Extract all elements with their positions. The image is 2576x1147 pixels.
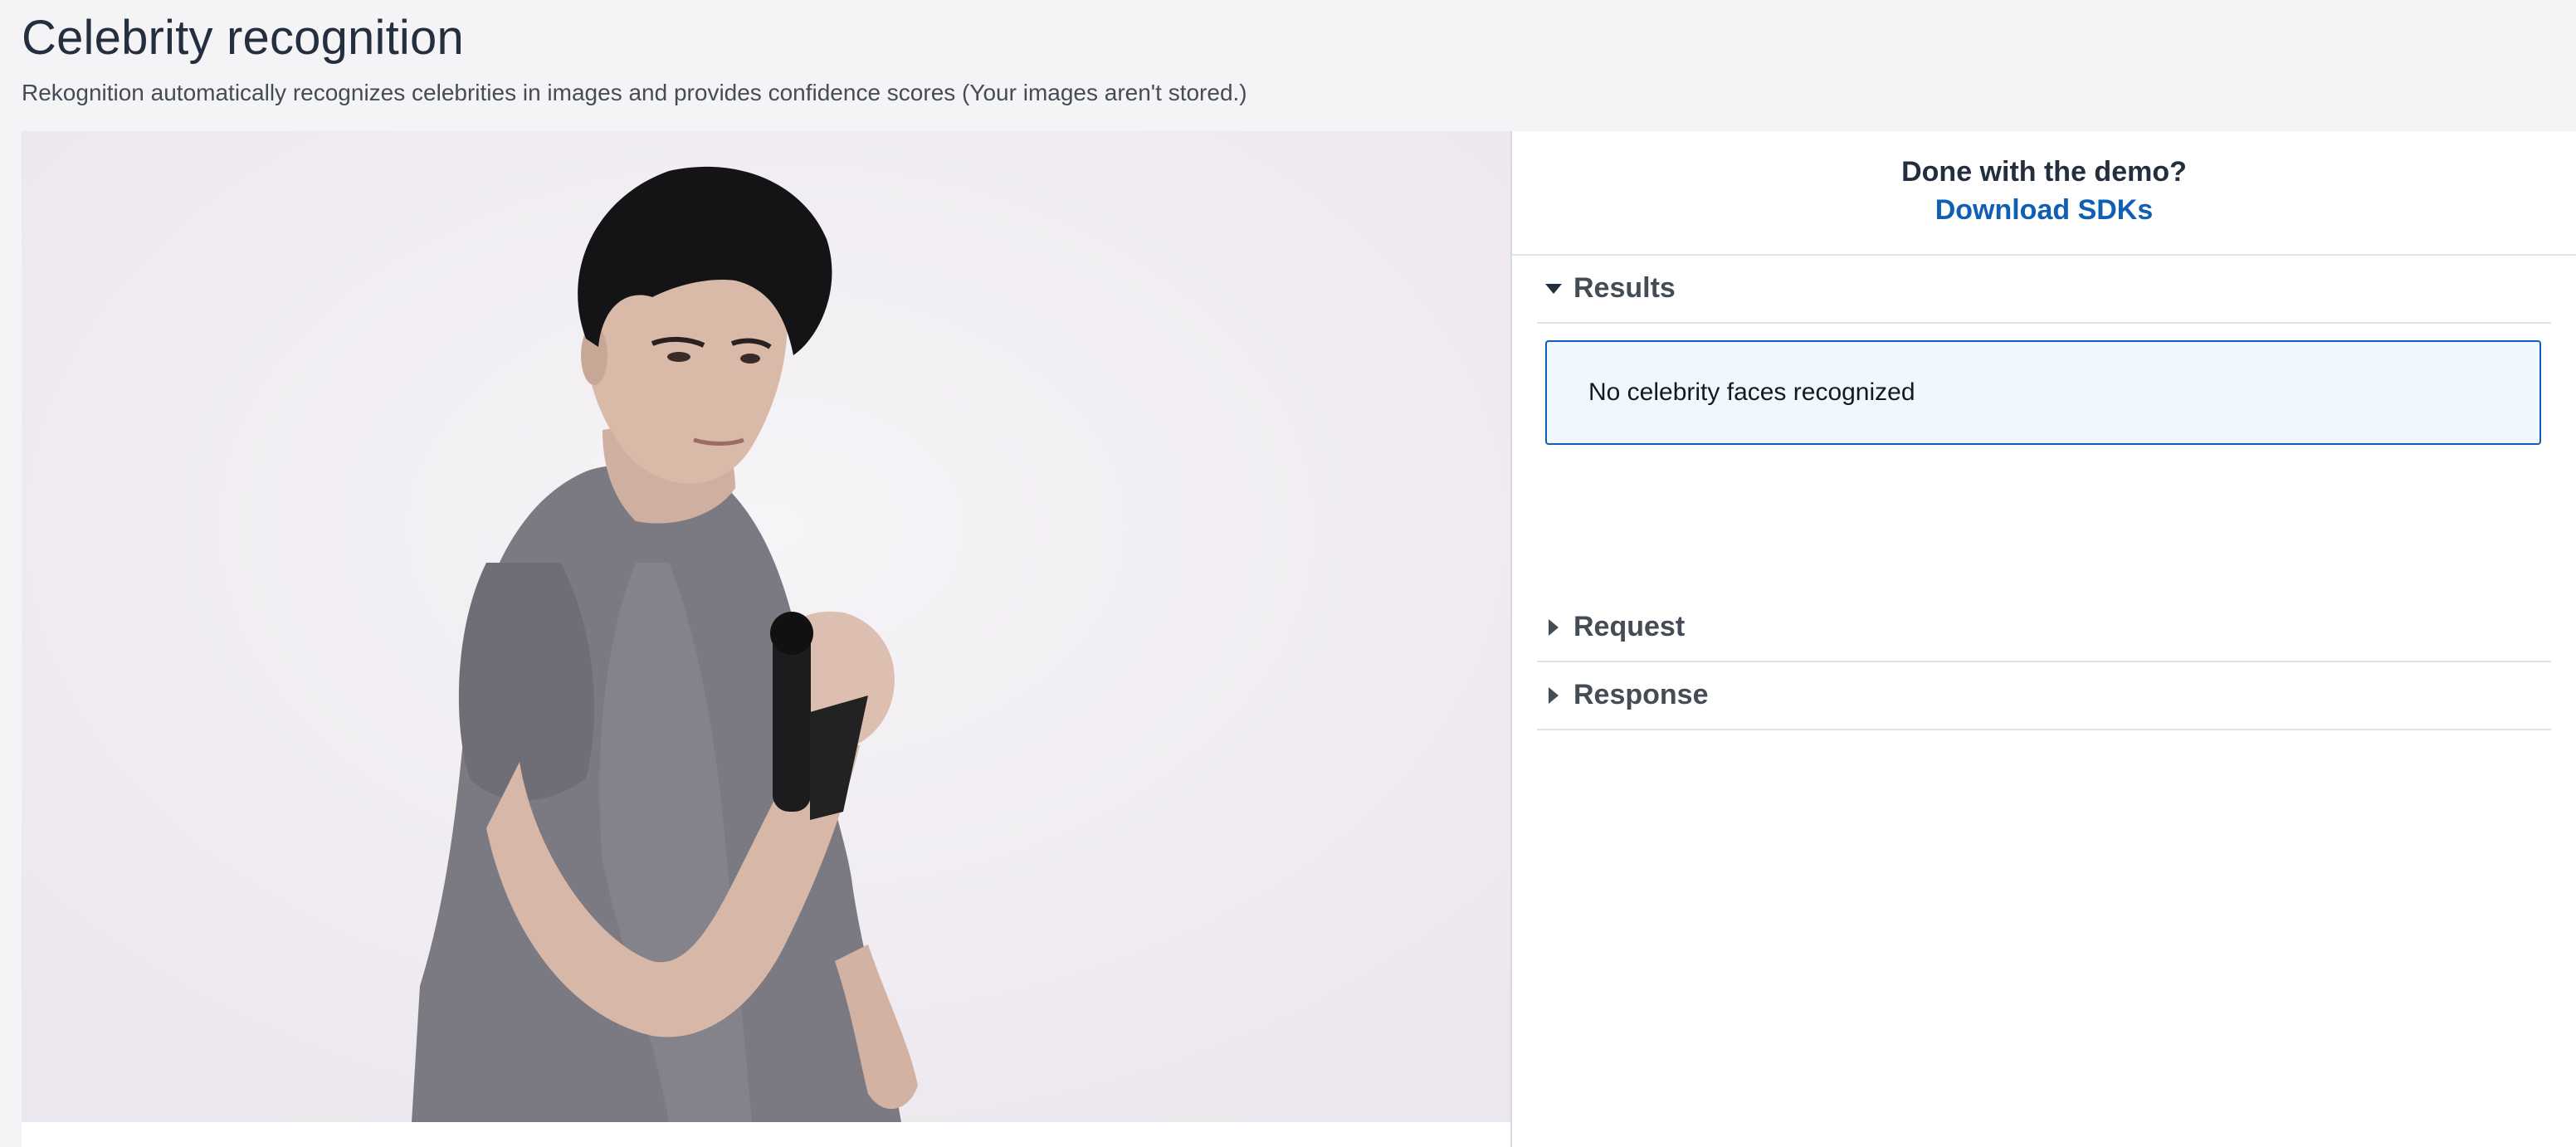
download-cta: Done with the demo? Download SDKs <box>1512 131 2576 256</box>
results-message-box: No celebrity faces recognized <box>1545 340 2541 445</box>
cta-question: Done with the demo? <box>1901 156 2187 188</box>
section-results-label: Results <box>1573 272 1676 304</box>
results-message: No celebrity faces recognized <box>1588 378 1915 406</box>
photo-man-with-resistance-band <box>22 131 1510 1122</box>
caret-right-icon <box>1549 687 1559 704</box>
analyzed-image <box>22 131 1512 1122</box>
section-results-header[interactable]: Results <box>1537 256 2551 324</box>
section-request-label: Request <box>1573 611 1686 642</box>
results-panel: Done with the demo? Download SDKs Result… <box>1512 131 2576 1147</box>
main-content: Done with the demo? Download SDKs Result… <box>22 131 2576 1147</box>
section-request-header[interactable]: Request <box>1537 594 2551 662</box>
page-title: Celebrity recognition <box>22 11 464 65</box>
section-response-header[interactable]: Response <box>1537 662 2551 730</box>
caret-right-icon <box>1549 619 1559 636</box>
page-subtitle: Rekognition automatically recognizes cel… <box>22 80 1247 105</box>
image-pane-footer <box>22 1122 1512 1147</box>
download-sdks-link[interactable]: Download SDKs <box>1512 194 2576 227</box>
caret-down-icon <box>1545 284 1562 294</box>
section-response-label: Response <box>1573 679 1709 710</box>
